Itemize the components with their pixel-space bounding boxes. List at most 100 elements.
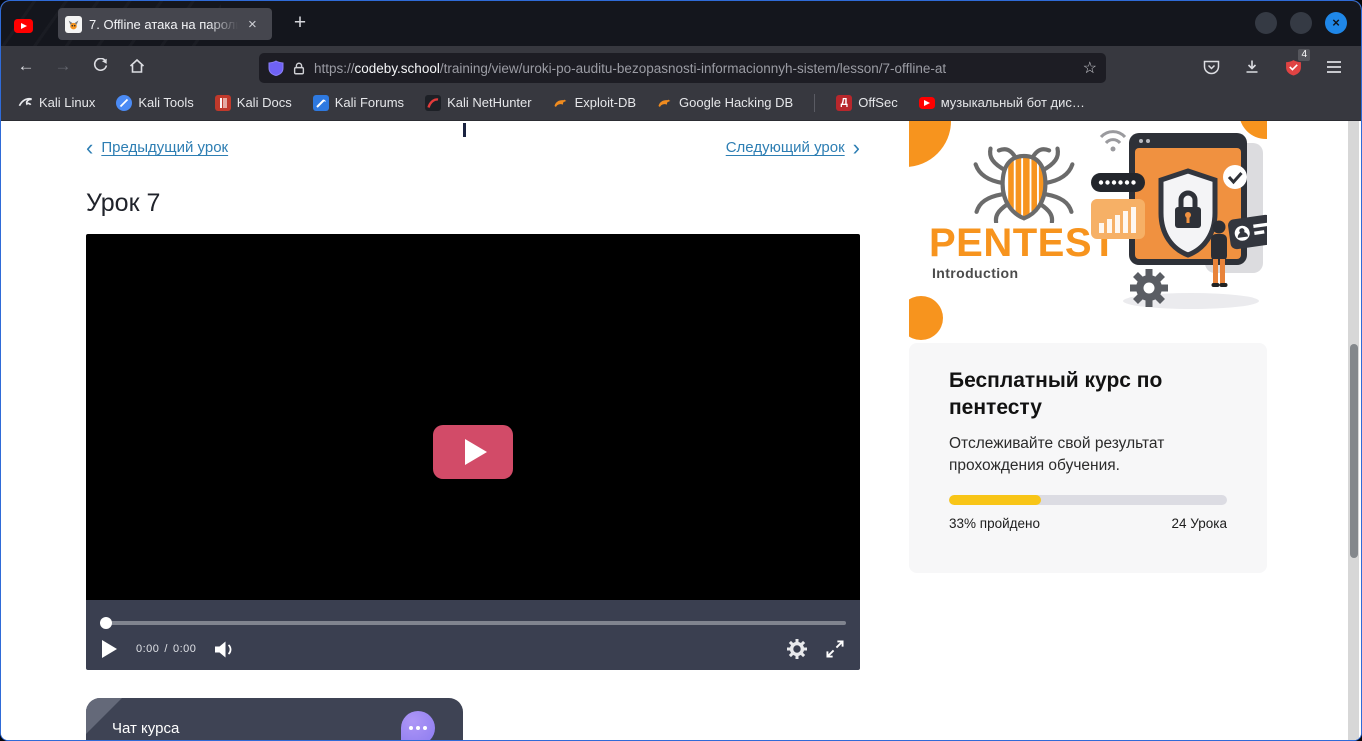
wifi-icon <box>1101 132 1125 152</box>
bookmarks-separator <box>814 94 815 112</box>
minimize-button[interactable] <box>1255 12 1277 34</box>
reload-button[interactable] <box>85 52 115 80</box>
window-controls: × <box>1255 12 1347 34</box>
forward-button[interactable]: → <box>48 52 78 80</box>
chevron-left-icon: ‹ <box>86 140 93 156</box>
fullscreen-icon[interactable] <box>826 640 844 658</box>
url-text: https://codeby.school/training/view/urok… <box>314 61 1075 76</box>
bookmark-kali-nethunter[interactable]: Kali NetHunter <box>425 95 532 111</box>
settings-gear-icon[interactable] <box>787 639 807 659</box>
url-host: codeby.school <box>355 61 440 76</box>
bar-chart-icon <box>1091 199 1145 239</box>
seek-handle[interactable] <box>100 617 112 629</box>
progress-labels: 33% пройдено 24 Урока <box>949 516 1227 531</box>
previous-lesson-link[interactable]: ‹ Предыдущий урок <box>86 139 228 156</box>
video-controls: 0:00 / 0:00 <box>86 600 860 670</box>
codeby-favicon-icon <box>65 16 82 33</box>
bookmark-kali-docs[interactable]: Kali Docs <box>215 95 292 111</box>
nav-buttons: ← → <box>1 52 152 80</box>
downloads-icon[interactable] <box>1237 52 1267 82</box>
video-screen[interactable] <box>86 234 860 600</box>
bookmark-exploit-db[interactable]: Exploit-DB <box>553 95 636 111</box>
maximize-button[interactable] <box>1290 12 1312 34</box>
course-card-description: Отслеживайте свой результат прохождения … <box>949 433 1209 477</box>
controls-row: 0:00 / 0:00 <box>102 634 844 664</box>
course-card-title: Бесплатный курс по пентесту <box>949 367 1199 421</box>
pinned-youtube-tab[interactable] <box>14 16 33 34</box>
url-path: /training/view/uroki-po-auditu-bezopasno… <box>440 61 946 76</box>
bookmarks-bar: Kali Linux Kali Tools Kali Docs Kali For… <box>1 85 1361 121</box>
kali-dragon-icon <box>17 95 33 111</box>
page-content: ‹ Предыдущий урок Следующий урок › Урок … <box>1 121 1361 740</box>
gear-icon <box>1130 269 1168 307</box>
pocket-icon[interactable] <box>1196 52 1226 82</box>
bookmark-kali-forums[interactable]: Kali Forums <box>313 95 404 111</box>
youtube-icon <box>919 95 935 111</box>
security-illustration <box>1091 121 1267 313</box>
decor-circle <box>909 296 943 340</box>
id-card-icon <box>1227 214 1267 250</box>
current-time: 0:00 <box>136 643 159 655</box>
big-play-button[interactable] <box>433 425 513 479</box>
tab-title: 7. Offline атака на пароли <box>89 17 241 32</box>
lessons-count-label: 24 Урока <box>1172 516 1227 531</box>
course-progress-card: Бесплатный курс по пентесту Отслеживайте… <box>909 343 1267 573</box>
play-icon <box>465 439 487 465</box>
offsec-icon: Д <box>836 95 852 111</box>
home-button[interactable] <box>122 52 152 80</box>
url-bar[interactable]: https://codeby.school/training/view/urok… <box>259 53 1106 83</box>
duration: 0:00 <box>173 643 196 655</box>
extension-badge: 4 <box>1298 49 1310 61</box>
bookmark-google-hacking-db[interactable]: Google Hacking DB <box>657 95 793 111</box>
scrollbar-thumb[interactable] <box>1350 344 1358 558</box>
lesson-navigation: ‹ Предыдущий урок Следующий урок › <box>86 139 860 156</box>
main-column: ‹ Предыдущий урок Следующий урок › Урок … <box>86 121 860 740</box>
spider-shield-icon <box>963 143 1085 223</box>
new-tab-button[interactable]: + <box>287 10 313 36</box>
progress-percent-label: 33% пройдено <box>949 516 1040 531</box>
kali-forums-icon <box>313 95 329 111</box>
youtube-icon <box>14 19 33 33</box>
video-player: 0:00 / 0:00 <box>86 234 860 670</box>
ghdb-bird-icon <box>657 95 673 111</box>
titlebar: 7. Offline атака на пароли × + × <box>1 1 1361 46</box>
bookmark-kali-linux[interactable]: Kali Linux <box>17 95 95 111</box>
tab-close-icon[interactable]: × <box>248 17 257 32</box>
back-button[interactable]: ← <box>11 52 41 80</box>
course-chat-widget[interactable]: Чат курса <box>86 698 463 740</box>
hamburger-menu-icon[interactable] <box>1319 52 1349 82</box>
active-tab[interactable]: 7. Offline атака на пароли × <box>58 8 272 40</box>
clipped-text-artifact <box>463 123 466 137</box>
play-button[interactable] <box>102 640 117 658</box>
seek-track[interactable] <box>106 621 846 625</box>
volume-icon[interactable] <box>215 641 235 658</box>
toolbar-right-icons: 4 <box>1196 52 1349 82</box>
seek-bar[interactable] <box>100 617 846 629</box>
password-pill-icon <box>1091 173 1145 192</box>
close-button[interactable]: × <box>1325 12 1347 34</box>
kali-docs-icon <box>215 95 231 111</box>
chat-title: Чат курса <box>112 720 179 737</box>
browser-window: 7. Offline атака на пароли × + × ← → <box>0 0 1362 741</box>
next-lesson-link[interactable]: Следующий урок › <box>726 139 860 156</box>
bookmark-music-bot[interactable]: музыкальный бот дис… <box>919 95 1085 111</box>
chat-bubble-icon[interactable] <box>401 711 435 740</box>
shield-lock-icon <box>1161 171 1215 255</box>
course-progress-fill <box>949 495 1041 505</box>
course-banner[interactable]: PENTEST Introduction <box>909 121 1267 341</box>
check-circle-icon <box>1223 165 1247 189</box>
video-time: 0:00 / 0:00 <box>136 643 196 655</box>
time-separator: / <box>164 643 168 655</box>
page-scrollbar[interactable] <box>1348 121 1359 740</box>
exploit-db-bird-icon <box>553 95 569 111</box>
adguard-extension-icon[interactable]: 4 <box>1278 52 1308 82</box>
tracking-protection-shield-icon[interactable] <box>268 60 284 76</box>
kali-tools-icon <box>116 95 132 111</box>
bookmark-offsec[interactable]: Д OffSec <box>836 95 898 111</box>
page-title: Урок 7 <box>86 189 160 218</box>
course-progress-bar <box>949 495 1227 505</box>
bookmark-kali-tools[interactable]: Kali Tools <box>116 95 193 111</box>
bookmark-star-icon[interactable]: ☆ <box>1083 58 1097 78</box>
lock-icon <box>292 61 306 76</box>
nav-toolbar: ← → https://codeby.school/training <box>1 46 1361 85</box>
